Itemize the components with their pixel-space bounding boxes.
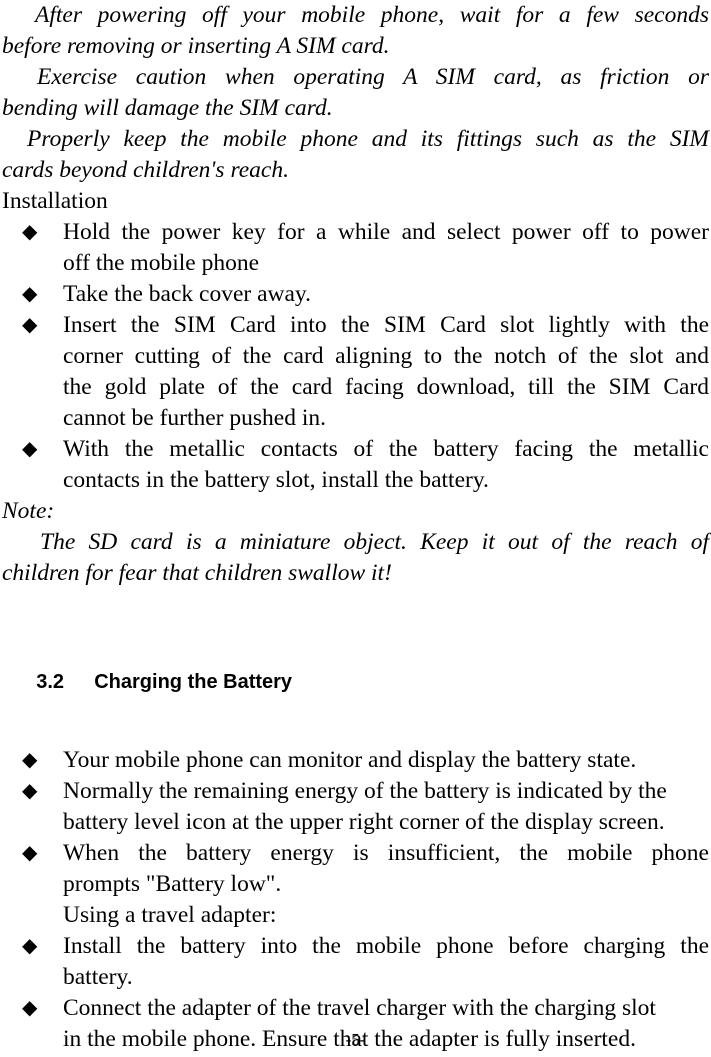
text-line: cannot be further pushed in. xyxy=(63,405,326,431)
text-line: Your mobile phone can monitor and displa… xyxy=(63,747,637,773)
diamond-bullet-icon: ◆ xyxy=(22,749,38,771)
section-title: Charging the Battery xyxy=(94,671,293,693)
diamond-bullet-icon: ◆ xyxy=(22,935,38,957)
text-line: Hold the power key for a while and selec… xyxy=(63,219,709,245)
text-line: Normally the remaining energy of the bat… xyxy=(63,778,667,804)
note-label: Note: xyxy=(2,498,55,524)
page-number: -5- xyxy=(345,1030,366,1049)
list-item: ◆ With the metallic contacts of the batt… xyxy=(2,434,709,496)
text-line: Take the back cover away. xyxy=(63,281,312,307)
list-item: ◆ Normally the remaining energy of the b… xyxy=(2,776,709,838)
diamond-bullet-icon: ◆ xyxy=(22,221,38,243)
intro-paragraph-2: Exercise caution when operating A SIM ca… xyxy=(2,62,709,124)
text-line: The SD card is a miniature object. Keep … xyxy=(40,529,709,555)
list-item: ◆ Your mobile phone can monitor and disp… xyxy=(2,745,709,776)
text-line: Exercise caution when operating A SIM ca… xyxy=(37,64,709,90)
text-line: the gold plate of the card facing downlo… xyxy=(63,374,709,400)
charging-bullet-list: ◆ Your mobile phone can monitor and disp… xyxy=(2,745,709,1055)
text-line: children for fear that children swallow … xyxy=(2,560,392,586)
text-line: cards beyond children's reach. xyxy=(2,157,289,183)
diamond-bullet-icon: ◆ xyxy=(22,314,38,336)
section-heading: 3.2 Charging the Battery xyxy=(2,636,709,729)
text-line: off the mobile phone xyxy=(63,250,260,276)
text-line: before removing or inserting A SIM card. xyxy=(2,33,390,59)
list-item: ◆ Insert the SIM Card into the SIM Card … xyxy=(2,310,709,434)
text-line: contacts in the battery slot, install th… xyxy=(63,467,489,493)
list-item: ◆ Hold the power key for a while and sel… xyxy=(2,217,709,279)
intro-paragraph-1: After powering off your mobile phone, wa… xyxy=(2,0,709,62)
sub-note-line: Using a travel adapter: xyxy=(63,902,277,928)
list-item: ◆ When the battery energy is insufficien… xyxy=(2,838,709,900)
text-line: Insert the SIM Card into the SIM Card sl… xyxy=(63,312,709,338)
intro-paragraph-3: Properly keep the mobile phone and its f… xyxy=(2,124,709,186)
diamond-bullet-icon: ◆ xyxy=(22,283,38,305)
section-number: 3.2 xyxy=(36,671,65,693)
list-item: ◆ Take the back cover away. xyxy=(2,279,709,310)
text-line: bending will damage the SIM card. xyxy=(2,95,333,121)
text-line: When the battery energy is insufficient,… xyxy=(63,840,709,866)
text-line: battery level icon at the upper right co… xyxy=(63,809,665,835)
diamond-bullet-icon: ◆ xyxy=(22,997,38,1019)
text-line: Properly keep the mobile phone and its f… xyxy=(27,126,709,152)
text-line: With the metallic contacts of the batter… xyxy=(63,436,709,462)
text-line: battery. xyxy=(63,964,133,990)
installation-bullet-list: ◆ Hold the power key for a while and sel… xyxy=(2,217,709,496)
text-line: Connect the adapter of the travel charge… xyxy=(63,995,656,1021)
text-line: corner cutting of the card aligning to t… xyxy=(63,343,709,369)
text-line: After powering off your mobile phone, wa… xyxy=(35,2,709,28)
text-line: prompts "Battery low". xyxy=(63,871,282,897)
text-line: Install the battery into the mobile phon… xyxy=(63,933,709,959)
diamond-bullet-icon: ◆ xyxy=(22,780,38,802)
diamond-bullet-icon: ◆ xyxy=(22,842,38,864)
note-paragraph: The SD card is a miniature object. Keep … xyxy=(2,527,709,589)
diamond-bullet-icon: ◆ xyxy=(22,438,38,460)
installation-label: Installation xyxy=(2,188,108,214)
list-item: ◆ Install the battery into the mobile ph… xyxy=(2,931,709,993)
document-page: After powering off your mobile phone, wa… xyxy=(0,0,711,1057)
